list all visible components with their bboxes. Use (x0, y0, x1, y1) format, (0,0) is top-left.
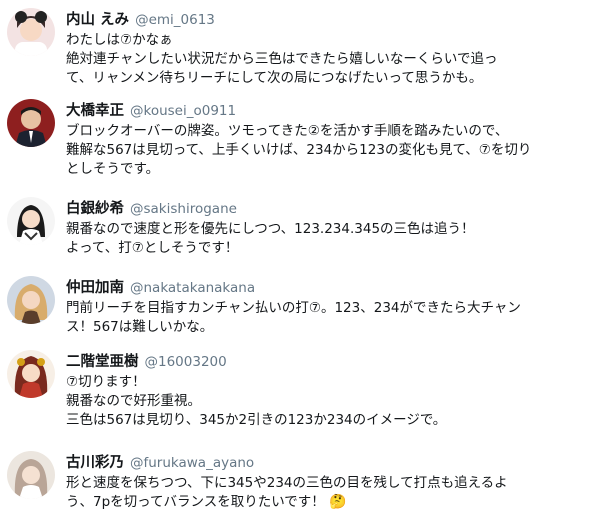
tweet-text-line: 門前リーチを目指すカンチャン払いの打⑦。123、234ができたら大チャン (66, 300, 521, 316)
tweet-text-line: て、リャンメン待ちリーチにして次の局につなげたいって思うかも。 (66, 70, 483, 86)
tweet-text-line: 絶対連チャンしたい状況だから三色はできたら嬉しいなーくらいで追っ (66, 51, 498, 67)
tweet-card[interactable]: 大橋幸正 @kousei_o0911 ブロックオーバーの牌姿。ツモってきた②を活か… (0, 99, 600, 185)
user-handle[interactable]: @nakatakanakana (130, 280, 255, 296)
tweet-card[interactable]: 内山 えみ @emi_0613 わたしは⑦かなぁ 絶対連チャンしたい状況だから三色… (0, 8, 600, 94)
tweet-card[interactable]: 白銀紗希 @sakishirogane 親番なので速度と形を優先にしつつ、123.… (0, 197, 600, 263)
tweet-text-line: ⑦切ります！ (66, 374, 146, 390)
tweet-text-line: 親番なので速度と形を優先にしつつ、123.234.345の三色は追う！ (66, 221, 475, 237)
thinking-face-icon: 🤔 (329, 494, 347, 510)
display-name[interactable]: 仲田加南 (66, 280, 124, 296)
display-name[interactable]: 古川彩乃 (66, 455, 124, 471)
tweet-text-line: 三色は567は見切り、345か2引きの123か234のイメージで。 (66, 412, 447, 428)
user-handle[interactable]: @furukawa_ayano (130, 455, 254, 471)
avatar[interactable] (7, 350, 55, 398)
tweet-text: ⑦切ります！ 親番なので好形重視。 三色は567は見切り、345か2引きの123… (66, 373, 594, 430)
user-handle[interactable]: @sakishirogane (130, 201, 237, 217)
tweet-text-line: 親番なので好形重視。 (66, 393, 201, 409)
user-handle[interactable]: @emi_0613 (135, 12, 215, 28)
avatar[interactable] (7, 276, 55, 324)
avatar[interactable] (7, 451, 55, 499)
avatar[interactable] (7, 8, 55, 56)
tweet-text: 形と速度を保ちつつ、下に345や234の三色の目を残して打点も追えるよ う、7p… (66, 474, 594, 512)
tweet-card[interactable]: 古川彩乃 @furukawa_ayano 形と速度を保ちつつ、下に345や234の… (0, 451, 600, 517)
tweet-text: ブロックオーバーの牌姿。ツモってきた②を活かす手順を踏みたいので、 難解な567… (66, 122, 594, 179)
timeline-feed: 内山 えみ @emi_0613 わたしは⑦かなぁ 絶対連チャンしたい状況だから三色… (0, 0, 600, 520)
display-name[interactable]: 内山 えみ (66, 12, 129, 28)
tweet-text-line: 形と速度を保ちつつ、下に345や234の三色の目を残して打点も追えるよ (66, 475, 508, 491)
user-handle[interactable]: @kousei_o0911 (130, 103, 236, 119)
tweet-card[interactable]: 二階堂亜樹 @16003200 ⑦切ります！ 親番なので好形重視。 三色は567は… (0, 350, 600, 436)
avatar[interactable] (7, 99, 55, 147)
tweet-text-segment: う、7pを切ってバランスを取りたいです！ (66, 494, 325, 510)
tweet-text-line: としそうです。 (66, 161, 160, 177)
display-name[interactable]: 大橋幸正 (66, 103, 124, 119)
display-name[interactable]: 二階堂亜樹 (66, 354, 139, 370)
tweet-card[interactable]: 仲田加南 @nakatakanakana 門前リーチを目指すカンチャン払いの打⑦。… (0, 276, 600, 342)
tweet-text-line: わたしは⑦かなぁ (66, 32, 173, 48)
tweet-text-line: う、7pを切ってバランスを取りたいです！ 🤔 (66, 493, 594, 512)
tweet-text-line: 難解な567は見切って、上手くいけば、234から123の変化も見て、⑦を切り (66, 142, 532, 158)
tweet-text: 親番なので速度と形を優先にしつつ、123.234.345の三色は追う！ よって、… (66, 220, 594, 258)
display-name[interactable]: 白銀紗希 (66, 201, 124, 217)
tweet-text: わたしは⑦かなぁ 絶対連チャンしたい状況だから三色はできたら嬉しいなーくらいで追… (66, 31, 594, 88)
avatar[interactable] (7, 197, 55, 245)
tweet-text-line: ブロックオーバーの牌姿。ツモってきた②を活かす手順を踏みたいので、 (66, 123, 509, 139)
user-handle[interactable]: @16003200 (145, 354, 227, 370)
tweet-text: 門前リーチを目指すカンチャン払いの打⑦。123、234ができたら大チャン ス！5… (66, 299, 594, 337)
tweet-text-line: ス！567は難しいかな。 (66, 319, 214, 335)
tweet-text-line: よって、打⑦としそうです！ (66, 240, 239, 256)
